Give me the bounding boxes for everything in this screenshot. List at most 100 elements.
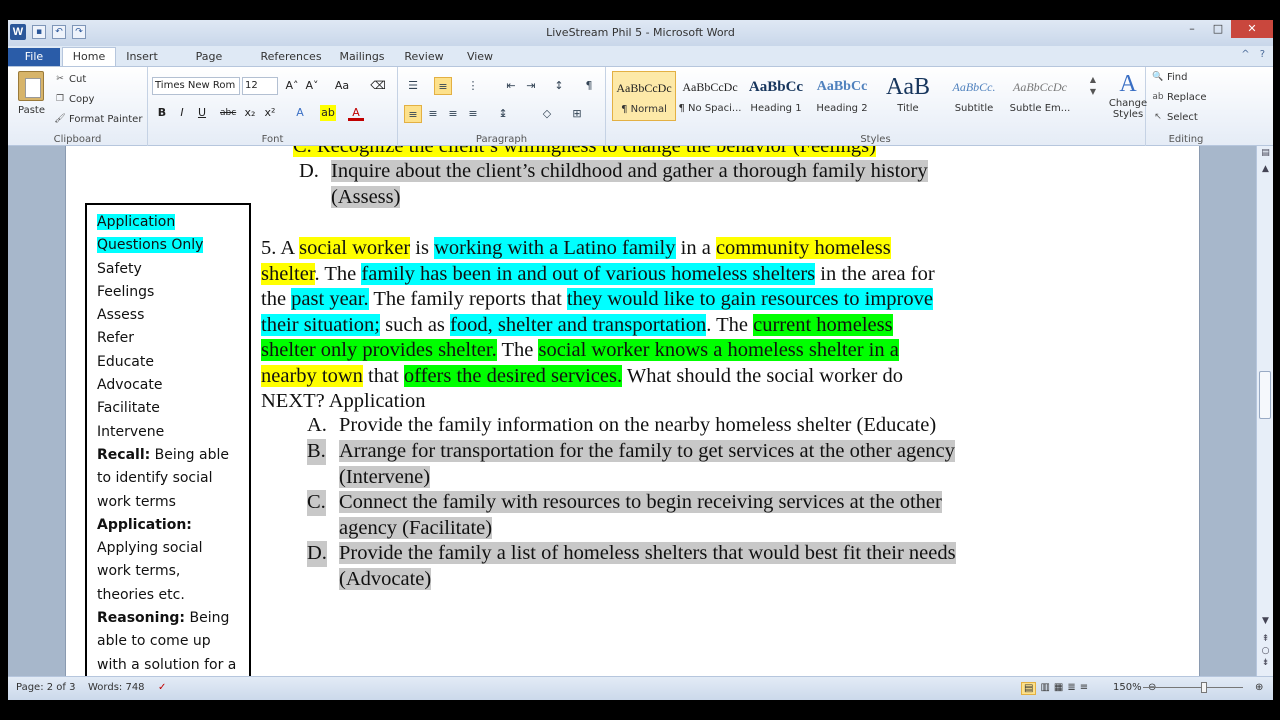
decrease-indent-icon[interactable]: ⇤	[502, 77, 520, 95]
bullets-icon[interactable]: ☰	[404, 77, 422, 95]
paste-button[interactable]: Paste	[18, 105, 45, 116]
answer-text: Connect the family with resources to beg…	[339, 490, 942, 541]
select-button[interactable]: ↖ Select	[1152, 111, 1198, 123]
q-text: . The	[314, 262, 362, 285]
tab-review[interactable]: Review	[402, 48, 446, 66]
web-layout-icon[interactable]: ▦	[1054, 682, 1063, 695]
print-layout-icon[interactable]: ▤	[1021, 682, 1037, 695]
style-no-spacing[interactable]: AaBbCcDc ¶ No Spaci...	[678, 71, 742, 121]
tab-mailings[interactable]: Mailings	[336, 48, 388, 66]
box-item: Intervene	[97, 423, 165, 440]
copy-button[interactable]: ❐ Copy	[54, 93, 94, 105]
box-heading-line2-wrap: Questions Only	[97, 234, 239, 257]
styles-scroll[interactable]: ▲ ▼	[1084, 75, 1102, 96]
highlight-icon[interactable]: ab	[320, 105, 336, 121]
collapse-ribbon-icon[interactable]: ^	[1241, 49, 1249, 60]
question-line: shelter only provides shelter. The socia…	[261, 338, 1051, 364]
tab-insert[interactable]: Insert	[122, 48, 162, 66]
style-title[interactable]: AaB Title	[876, 71, 940, 121]
word-count[interactable]: Words: 748	[88, 682, 145, 693]
zoom-slider-knob[interactable]	[1201, 682, 1207, 693]
chevron-down-icon: ▼	[1089, 87, 1097, 96]
tab-view[interactable]: View	[460, 48, 500, 66]
superscript-icon[interactable]: x²	[262, 105, 278, 121]
sort-icon[interactable]: ↕	[550, 77, 568, 95]
box-heading-line1: Application	[97, 214, 176, 230]
cut-button[interactable]: ✂ Cut	[54, 73, 86, 85]
previous-page-icon[interactable]: ⇞	[1257, 634, 1273, 644]
cut-label: Cut	[69, 73, 87, 85]
style-preview: AaB	[886, 74, 930, 100]
bold-icon[interactable]: B	[154, 105, 170, 121]
format-painter-button[interactable]: 🖌 Format Painter	[54, 113, 142, 125]
tab-page-layout[interactable]: Page Layout	[176, 48, 242, 81]
vertical-scrollbar[interactable]: ▤ ▲ ▼ ⇞ ○ ⇟	[1256, 146, 1273, 676]
outline-icon[interactable]: ≣	[1067, 682, 1075, 695]
question-line: NEXT? Application	[261, 389, 1051, 415]
zoom-level[interactable]: 150%	[1113, 682, 1142, 693]
full-screen-reading-icon[interactable]: ▥	[1040, 682, 1049, 695]
tab-references[interactable]: References	[258, 48, 324, 66]
style-heading-1[interactable]: AaBbCc Heading 1	[744, 71, 808, 121]
box-item: Assess	[97, 307, 145, 324]
zoom-slider[interactable]	[1143, 682, 1243, 693]
align-center-icon[interactable]: ≡	[424, 105, 442, 123]
next-page-icon[interactable]: ⇟	[1257, 658, 1273, 668]
tab-home[interactable]: Home	[62, 47, 116, 67]
paintbrush-icon: 🖌	[54, 114, 66, 124]
font-name-combo[interactable]: Times New Rom	[152, 77, 240, 95]
page-indicator[interactable]: Page: 2 of 3	[16, 682, 75, 693]
shrink-font-icon[interactable]: A˅	[304, 78, 320, 94]
answer-line2: agency (Facilitate)	[339, 516, 493, 539]
change-styles-button[interactable]: A Change Styles	[1108, 71, 1148, 120]
draft-icon[interactable]: ≡	[1080, 682, 1088, 695]
maximize-icon[interactable]: □	[1205, 20, 1231, 38]
font-size-combo[interactable]: 12	[242, 77, 278, 95]
style-heading-2[interactable]: AaBbCc Heading 2	[810, 71, 874, 121]
line-spacing-icon[interactable]: ↨	[494, 105, 512, 123]
ribbon-tabs: File Home Insert Page Layout References …	[8, 46, 1273, 81]
scroll-down-icon[interactable]: ▼	[1257, 616, 1273, 626]
text-effects-icon[interactable]: A	[292, 105, 308, 121]
change-case-icon[interactable]: Aa	[334, 78, 350, 94]
answer-letter: C.	[307, 490, 326, 516]
box-item: Facilitate	[97, 400, 160, 417]
align-right-icon[interactable]: ≡	[444, 105, 462, 123]
paste-icon[interactable]	[18, 71, 44, 101]
show-formatting-icon[interactable]: ¶	[580, 77, 598, 95]
browse-object-icon[interactable]: ○	[1257, 646, 1273, 656]
font-color-icon[interactable]: A	[348, 105, 364, 121]
replace-button[interactable]: ab Replace	[1152, 91, 1206, 103]
ruler-toggle-icon[interactable]: ▤	[1257, 148, 1273, 158]
italic-icon[interactable]: I	[174, 105, 190, 121]
style-subtle-emphasis[interactable]: AaBbCcDc Subtle Em...	[1008, 71, 1072, 121]
application-term: Application:	[97, 516, 192, 533]
underline-icon[interactable]: U	[194, 105, 210, 121]
box-heading: Application	[97, 211, 239, 234]
shading-icon[interactable]: ◇	[538, 105, 556, 123]
clear-formatting-icon[interactable]: ⌫	[370, 78, 386, 94]
align-left-icon[interactable]: ≡	[404, 105, 422, 123]
numbering-icon[interactable]: ≡	[434, 77, 452, 95]
scroll-thumb[interactable]	[1259, 371, 1271, 419]
close-icon[interactable]: ✕	[1231, 20, 1273, 38]
answer-line1: Arrange for transportation for the famil…	[339, 440, 955, 462]
tab-file[interactable]: File	[8, 48, 60, 66]
justify-icon[interactable]: ≡	[464, 105, 482, 123]
style-preview: AaBbCcDc	[1013, 80, 1067, 94]
minimize-icon[interactable]: –	[1179, 20, 1205, 38]
grow-font-icon[interactable]: A˄	[284, 78, 300, 94]
style-subtitle[interactable]: AaBbCc. Subtitle	[942, 71, 1006, 121]
help-icon[interactable]: ?	[1260, 49, 1265, 60]
subscript-icon[interactable]: x₂	[242, 105, 258, 121]
zoom-in-icon[interactable]: ⊕	[1255, 682, 1263, 693]
document-page[interactable]: Application Questions Only Safety Feelin…	[65, 146, 1200, 676]
increase-indent-icon[interactable]: ⇥	[522, 77, 540, 95]
scroll-up-icon[interactable]: ▲	[1257, 164, 1273, 174]
style-normal[interactable]: AaBbCcDc ¶ Normal	[612, 71, 676, 121]
borders-icon[interactable]: ⊞	[568, 105, 586, 123]
proofing-icon[interactable]: ✓	[158, 682, 166, 693]
strikethrough-icon[interactable]: abc	[220, 105, 236, 121]
find-button[interactable]: 🔍 Find	[1152, 71, 1187, 83]
multilevel-list-icon[interactable]: ⋮	[464, 77, 482, 95]
